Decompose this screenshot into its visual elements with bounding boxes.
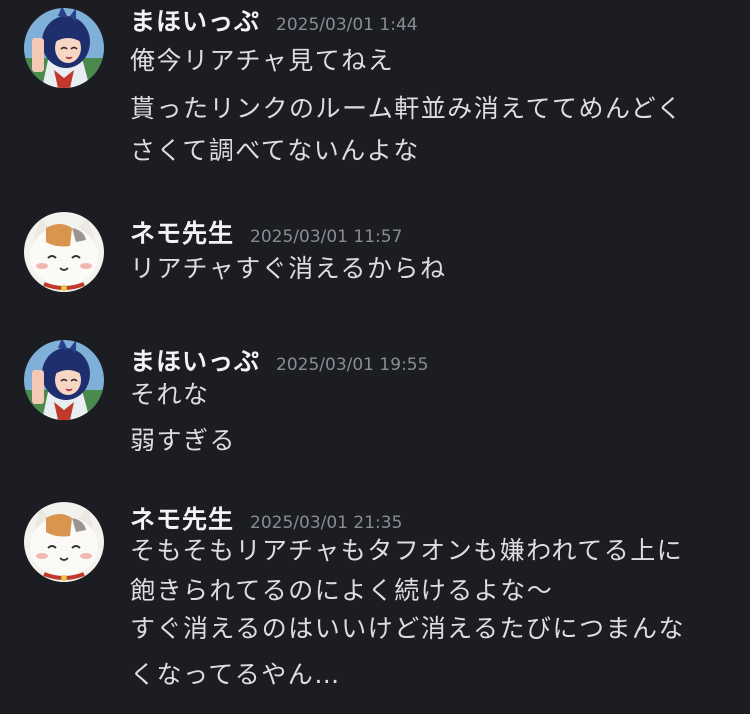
girl-avatar-icon[interactable] [24, 8, 104, 88]
message-text: それな [130, 380, 210, 409]
author-name[interactable]: まほいっぷ [130, 2, 260, 38]
author-name[interactable]: ネモ先生 [130, 500, 234, 536]
message-timestamp: 2025/03/01 21:35 [250, 513, 403, 533]
message-text: 飽きられてるのによく続けるよな〜 [130, 576, 554, 605]
message-timestamp: 2025/03/01 19:55 [276, 355, 429, 375]
message-text: さくて調べてないんよな [130, 136, 420, 165]
author-name[interactable]: ネモ先生 [130, 214, 234, 250]
message-header: まほいっぷ 2025/03/01 1:44 [130, 2, 418, 36]
message-text: そもそもリアチャもタフオンも嫌われてる上に [130, 536, 684, 565]
message-text: 貰ったリンクのルーム軒並み消えててめんどく [130, 94, 684, 123]
girl-avatar-icon[interactable] [24, 340, 104, 420]
message-header: ネモ先生 2025/03/01 11:57 [130, 214, 402, 248]
message-text: すぐ消えるのはいいけど消えるたびにつまんな [130, 614, 686, 643]
message-text: リアチャすぐ消えるからね [130, 254, 447, 283]
cat-avatar-icon[interactable] [24, 212, 104, 292]
message-timestamp: 2025/03/01 1:44 [276, 15, 418, 35]
message-timestamp: 2025/03/01 11:57 [250, 227, 403, 247]
message-header: まほいっぷ 2025/03/01 19:55 [130, 342, 428, 376]
author-name[interactable]: まほいっぷ [130, 342, 260, 378]
message-text: 弱すぎる [130, 426, 237, 455]
cat-avatar-icon[interactable] [24, 502, 104, 582]
message-text: くなってるやん… [130, 660, 341, 689]
message-header: ネモ先生 2025/03/01 21:35 [130, 500, 402, 534]
message-text: 俺今リアチャ見てねえ [130, 46, 395, 75]
